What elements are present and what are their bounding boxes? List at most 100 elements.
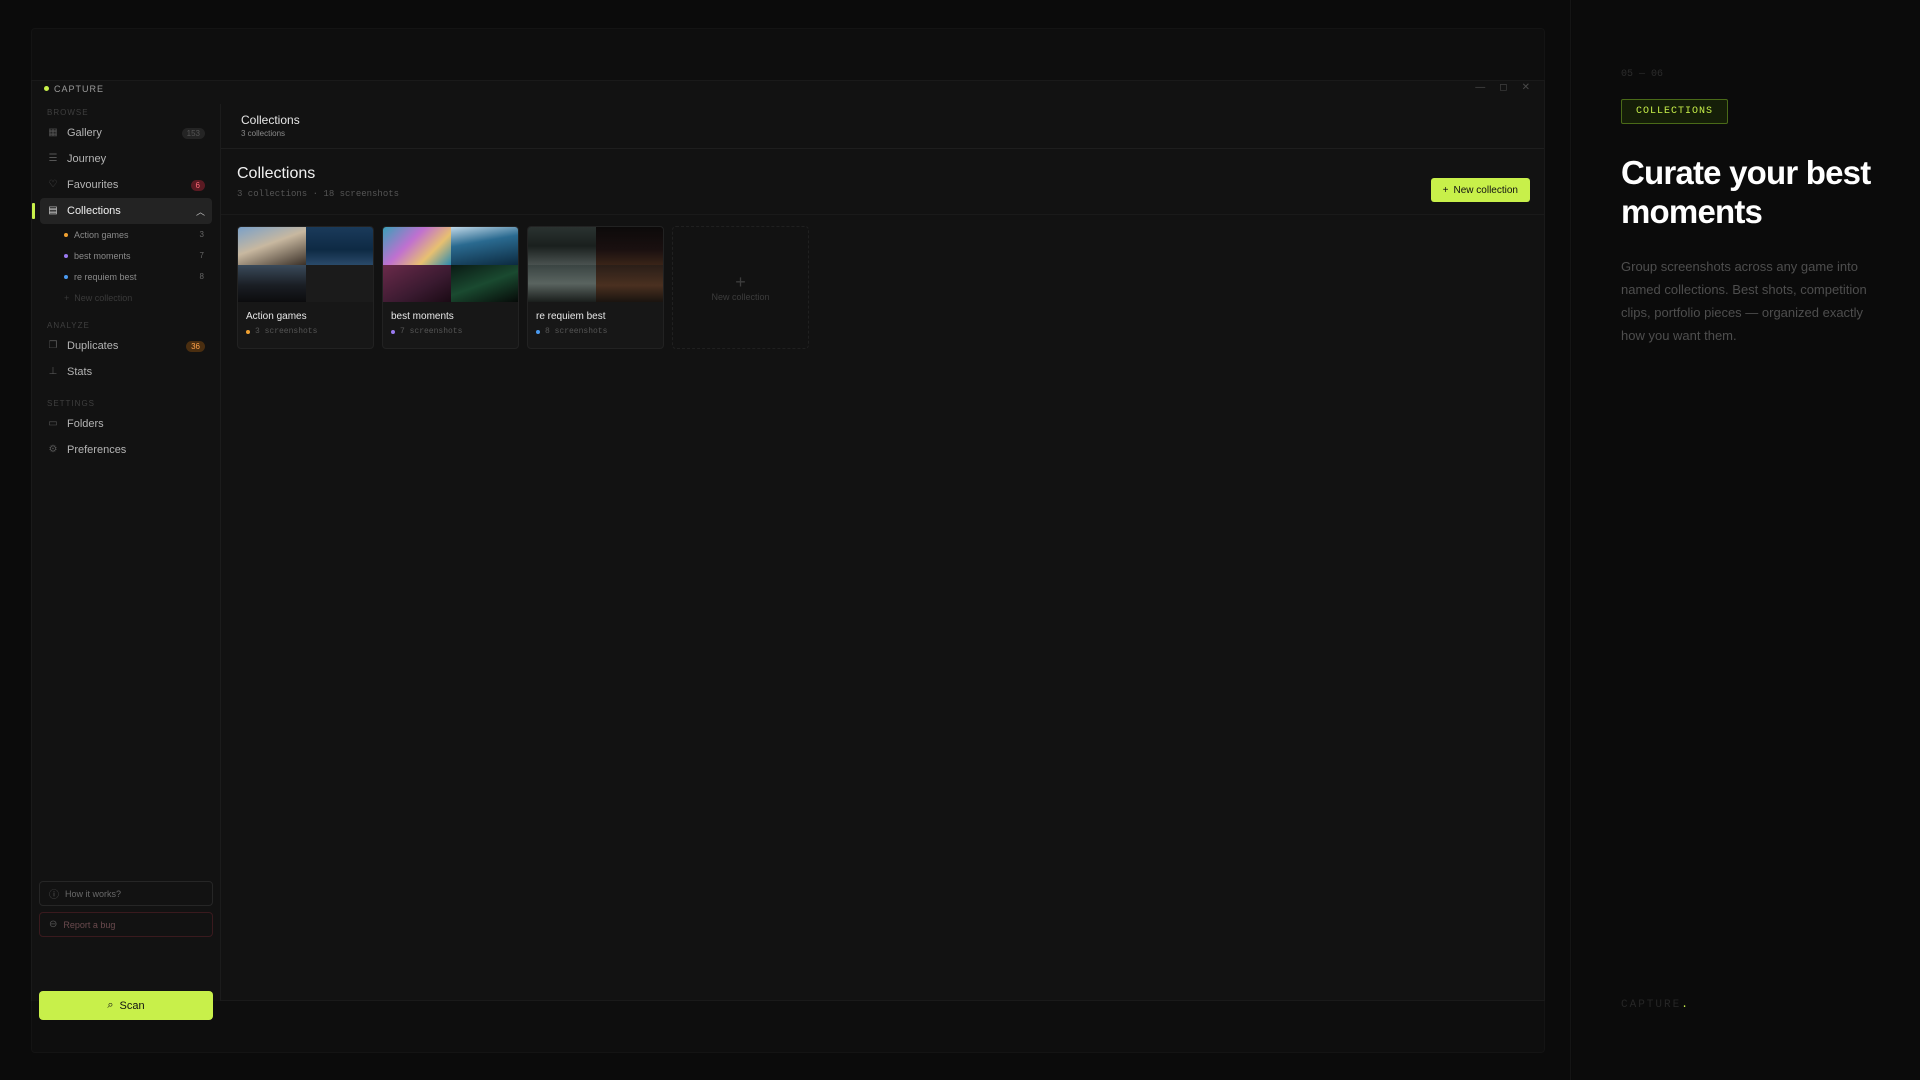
collection-color-dot bbox=[64, 232, 68, 237]
maximize-icon[interactable]: ◻ bbox=[1499, 82, 1507, 93]
sub-collection-count: 7 bbox=[199, 251, 204, 260]
plus-icon: + bbox=[735, 271, 746, 292]
close-icon[interactable]: ✕ bbox=[1522, 82, 1530, 93]
sidebar-item-label: Preferences bbox=[67, 444, 127, 456]
collections-grid: Action games 3 screenshots best moments bbox=[237, 226, 809, 349]
new-collection-label: New collection bbox=[74, 292, 133, 303]
grid-icon: ▦ bbox=[48, 127, 58, 138]
thumbnail bbox=[595, 265, 663, 302]
gallery-count-badge: 153 bbox=[181, 127, 205, 139]
active-indicator bbox=[32, 203, 35, 219]
new-collection-card[interactable]: + New collection bbox=[672, 226, 809, 349]
sidebar-item-collections[interactable]: ▤ Collections ︿ bbox=[32, 198, 212, 224]
section-analyze: ANALYZE bbox=[47, 321, 90, 330]
plus-icon: + bbox=[1442, 184, 1449, 196]
feature-tag: COLLECTIONS bbox=[1621, 99, 1729, 124]
collection-card-action-games[interactable]: Action games 3 screenshots bbox=[237, 226, 374, 349]
collection-thumbnails bbox=[383, 227, 518, 302]
chevron-up-icon[interactable]: ︿ bbox=[196, 205, 205, 218]
thumbnail bbox=[238, 265, 306, 302]
sidebar-item-gallery[interactable]: ▦ Gallery 153 bbox=[40, 120, 212, 146]
titlebar: CAPTURE — ◻ ✕ bbox=[32, 81, 1544, 96]
footer-brand-dot: . bbox=[1681, 999, 1690, 1011]
collection-name: re requiem best bbox=[536, 311, 606, 322]
collection-meta: 7 screenshots bbox=[383, 322, 518, 336]
sidebar-item-label: Gallery bbox=[67, 127, 102, 139]
brand-dot bbox=[44, 86, 49, 91]
folder-stack-icon: ▤ bbox=[48, 205, 58, 216]
collection-thumbnails bbox=[238, 227, 373, 302]
section-settings: SETTINGS bbox=[47, 399, 96, 408]
sub-collection-best-moments[interactable]: best moments 7 bbox=[64, 245, 204, 266]
how-it-works-label: How it works? bbox=[65, 888, 122, 899]
how-it-works-button[interactable]: ⓘ How it works? bbox=[39, 881, 213, 906]
sub-collection-label: re requiem best bbox=[74, 271, 137, 282]
sub-collection-action-games[interactable]: Action games 3 bbox=[64, 224, 204, 245]
bar-chart-icon: ⊥ bbox=[48, 366, 58, 377]
sub-new-collection[interactable]: + New collection bbox=[64, 287, 204, 308]
collection-meta: 3 screenshots bbox=[238, 322, 373, 336]
duplicates-count-badge: 36 bbox=[186, 340, 205, 352]
sidebar-item-label: Stats bbox=[67, 366, 93, 378]
breadcrumb: Collections 3 collections bbox=[221, 104, 1544, 149]
collection-color-dot bbox=[64, 274, 68, 279]
sidebar-item-label: Duplicates bbox=[67, 340, 119, 352]
heart-icon: ♡ bbox=[48, 179, 58, 190]
report-bug-label: Report a bug bbox=[63, 919, 116, 930]
collection-color-dot bbox=[246, 329, 250, 334]
breadcrumb-title: Collections bbox=[241, 113, 300, 127]
sidebar-item-stats[interactable]: ⊥ Stats bbox=[40, 359, 212, 385]
sub-collection-label: best moments bbox=[74, 250, 131, 261]
favourites-count-badge: 6 bbox=[190, 179, 205, 191]
sidebar-item-label: Folders bbox=[67, 418, 104, 430]
new-collection-button-label: New collection bbox=[1453, 184, 1518, 196]
collection-card-best-moments[interactable]: best moments 7 screenshots bbox=[382, 226, 519, 349]
page-summary: 3 collections · 18 screenshots bbox=[237, 189, 400, 199]
feature-headline: Curate your best moments bbox=[1621, 154, 1871, 230]
collection-meta: 8 screenshots bbox=[528, 322, 663, 336]
sidebar-item-label: Favourites bbox=[67, 179, 119, 191]
minimize-icon[interactable]: — bbox=[1475, 82, 1485, 93]
collection-count: 3 screenshots bbox=[255, 327, 318, 336]
new-collection-card-label: New collection bbox=[711, 291, 770, 302]
app-stage: CAPTURE — ◻ ✕ BROWSE ▦ Gallery 153 ☰ Jou… bbox=[0, 0, 1571, 1080]
page-title: Collections bbox=[237, 165, 316, 182]
collection-name: best moments bbox=[391, 311, 454, 322]
section-browse: BROWSE bbox=[47, 108, 89, 117]
thumbnail bbox=[528, 227, 596, 265]
sidebar-item-journey[interactable]: ☰ Journey bbox=[40, 146, 212, 172]
gear-icon: ⚙ bbox=[48, 444, 58, 455]
collection-count: 7 screenshots bbox=[400, 327, 463, 336]
sidebar-item-favourites[interactable]: ♡ Favourites 6 bbox=[40, 172, 212, 198]
collection-color-dot bbox=[64, 253, 68, 258]
sidebar: BROWSE ▦ Gallery 153 ☰ Journey ♡ Favouri… bbox=[32, 104, 221, 1020]
sidebar-item-duplicates[interactable]: ❐ Duplicates 36 bbox=[40, 333, 212, 359]
plus-icon: + bbox=[64, 292, 70, 303]
breadcrumb-subtitle: 3 collections bbox=[241, 129, 286, 138]
collection-name: Action games bbox=[246, 311, 307, 322]
feature-description: Group screenshots across any game into n… bbox=[1621, 259, 1867, 343]
copy-icon: ❐ bbox=[48, 340, 58, 351]
window-controls: — ◻ ✕ bbox=[1475, 82, 1530, 93]
step-indicator: 05 — 06 bbox=[1621, 69, 1664, 80]
thumbnail bbox=[595, 227, 663, 265]
scan-label: Scan bbox=[119, 999, 145, 1012]
new-collection-button[interactable]: + New collection bbox=[1430, 178, 1530, 202]
report-bug-button[interactable]: ⊖ Report a bug bbox=[39, 912, 213, 937]
sub-collection-count: 8 bbox=[199, 272, 204, 281]
bug-icon: ⊖ bbox=[49, 919, 58, 930]
sidebar-item-label: Collections bbox=[67, 205, 121, 217]
feature-panel: 05 — 06 COLLECTIONS Curate your best mom… bbox=[1572, 0, 1920, 1080]
collection-color-dot bbox=[391, 329, 395, 334]
list-icon: ☰ bbox=[48, 153, 58, 164]
sidebar-item-folders[interactable]: ▭ Folders bbox=[40, 411, 212, 437]
scan-button[interactable]: ⌕ Scan bbox=[39, 991, 213, 1020]
sub-collection-re-requiem-best[interactable]: re requiem best 8 bbox=[64, 266, 204, 287]
search-icon: ⌕ bbox=[107, 999, 114, 1011]
collection-card-re-requiem-best[interactable]: re requiem best 8 screenshots bbox=[527, 226, 664, 349]
sidebar-item-preferences[interactable]: ⚙ Preferences bbox=[40, 437, 212, 463]
sub-collection-label: Action games bbox=[74, 229, 129, 240]
thumbnail bbox=[528, 265, 596, 302]
footer-brand-text: CAPTURE bbox=[1621, 999, 1682, 1011]
thumbnail bbox=[450, 227, 518, 265]
